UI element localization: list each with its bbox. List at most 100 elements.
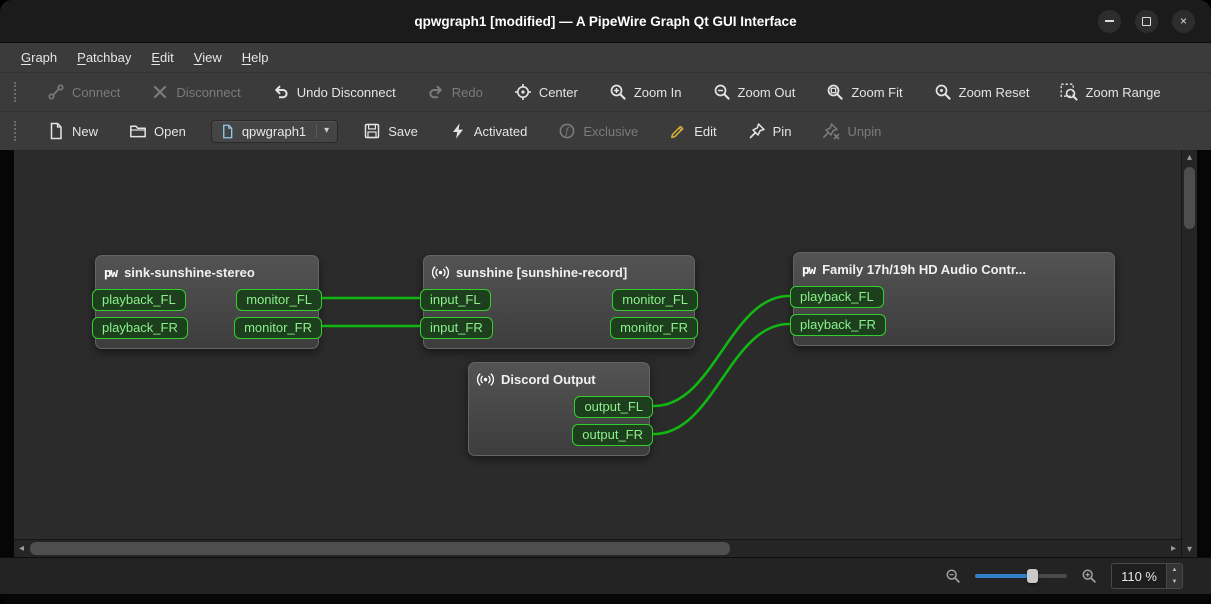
audio-output-port[interactable]: output_FR xyxy=(572,423,653,446)
zoom-range-label: Zoom Range xyxy=(1085,84,1161,100)
svg-text:f: f xyxy=(564,126,571,137)
zoom-out-label: Zoom Out xyxy=(737,84,796,100)
spin-up-icon[interactable]: ▲ xyxy=(1167,564,1182,576)
minimize-button[interactable] xyxy=(1098,9,1121,33)
port-row: input_FR monitor_FR xyxy=(420,315,698,340)
disconnect-icon xyxy=(154,85,167,99)
edit-button[interactable]: Edit xyxy=(663,118,722,144)
node-discord-output[interactable]: Discord Output output_FL output_FR xyxy=(468,362,653,456)
zoom-out-button[interactable]: Zoom Out xyxy=(707,79,802,105)
audio-input-port[interactable]: playback_FL xyxy=(790,285,884,308)
zoom-percent-value[interactable]: 110 % xyxy=(1112,564,1166,588)
zoom-slider-handle[interactable] xyxy=(1027,569,1039,583)
new-label: New xyxy=(72,123,99,139)
window-edge xyxy=(0,594,1211,604)
audio-input-port[interactable]: playback_FL xyxy=(92,288,186,311)
audio-input-port[interactable]: playback_FR xyxy=(790,313,886,336)
center-icon xyxy=(514,84,531,100)
port-row: playback_FR monitor_FR xyxy=(92,315,322,340)
scroll-right-icon[interactable]: ▸ xyxy=(1166,540,1181,557)
zoom-percent-spinbox[interactable]: 110 % ▲ ▼ xyxy=(1111,563,1183,589)
patchbay-selector[interactable]: qpwgraph1 ▾ xyxy=(210,119,339,143)
audio-output-port[interactable]: monitor_FL xyxy=(236,288,322,311)
node-family-hd-audio[interactable]: pw Family 17h/19h HD Audio Contr... play… xyxy=(790,252,1115,346)
maximize-button[interactable] xyxy=(1135,9,1158,33)
disconnect-label: Disconnect xyxy=(176,84,241,100)
redo-button[interactable]: Redo xyxy=(421,79,489,105)
toolbar-grip[interactable] xyxy=(14,82,20,102)
titlebar[interactable]: qpwgraph1 [modified] — A PipeWire Graph … xyxy=(0,0,1211,42)
audio-input-port[interactable]: input_FR xyxy=(420,316,493,339)
zoom-fit-label: Zoom Fit xyxy=(851,84,903,100)
zoom-out-icon xyxy=(714,84,730,100)
undo-icon xyxy=(274,85,288,99)
port-row: playback_FL xyxy=(790,284,1106,309)
menu-view[interactable]: View xyxy=(185,47,231,68)
menu-edit[interactable]: Edit xyxy=(142,47,182,68)
open-button[interactable]: Open xyxy=(123,118,192,144)
node-title: pw sink-sunshine-stereo xyxy=(104,260,310,284)
horizontal-scroll-thumb[interactable] xyxy=(30,542,730,555)
node-sink-sunshine-stereo[interactable]: pw sink-sunshine-stereo playback_FL moni… xyxy=(92,255,322,349)
audio-device-icon xyxy=(432,265,449,279)
graph-canvas[interactable]: pw sink-sunshine-stereo playback_FL moni… xyxy=(14,150,1181,539)
center-button[interactable]: Center xyxy=(508,79,584,105)
port-row: playback_FL monitor_FL xyxy=(92,287,322,312)
scroll-up-icon[interactable]: ▴ xyxy=(1182,150,1197,165)
horizontal-scrollbar[interactable]: ◂ ▸ xyxy=(14,539,1181,557)
audio-output-port[interactable]: output_FL xyxy=(574,395,653,418)
node-title-label: sunshine [sunshine-record] xyxy=(456,264,628,280)
connect-label: Connect xyxy=(72,84,121,100)
patchbay-file-icon xyxy=(222,124,233,138)
menubar: Graph Patchbay Edit View Help xyxy=(0,42,1211,72)
pin-icon xyxy=(749,123,765,139)
port-row: output_FR xyxy=(477,422,653,447)
scroll-down-icon[interactable]: ▾ xyxy=(1182,542,1197,557)
audio-output-port[interactable]: monitor_FR xyxy=(610,316,698,339)
vertical-scrollbar[interactable]: ▴ ▾ xyxy=(1181,150,1197,557)
graph-toolbar: Connect Disconnect Undo Disconnect Redo … xyxy=(0,72,1211,111)
menu-patchbay[interactable]: Patchbay xyxy=(68,47,140,68)
save-button[interactable]: Save xyxy=(357,118,424,144)
undo-disconnect-button[interactable]: Undo Disconnect xyxy=(266,79,402,105)
close-icon: × xyxy=(1179,14,1187,28)
audio-input-port[interactable]: playback_FR xyxy=(92,316,188,339)
connect-button[interactable]: Connect xyxy=(41,79,126,105)
horizontal-scroll-track[interactable] xyxy=(29,540,1166,557)
unpin-button[interactable]: Unpin xyxy=(816,118,887,144)
patchbay-toolbar: New Open qpwgraph1 ▾ Save Activated f Ex… xyxy=(0,111,1211,150)
mnemonic: G xyxy=(21,50,32,65)
audio-output-port[interactable]: monitor_FR xyxy=(234,316,322,339)
pin-button[interactable]: Pin xyxy=(742,118,798,144)
zoom-reset-button[interactable]: Zoom Reset xyxy=(928,79,1036,105)
menu-graph[interactable]: Graph xyxy=(12,47,66,68)
audio-input-port[interactable]: input_FL xyxy=(420,288,491,311)
activated-button[interactable]: Activated xyxy=(443,118,533,144)
unpin-icon xyxy=(823,123,840,140)
spin-down-icon[interactable]: ▼ xyxy=(1167,576,1182,588)
audio-output-port[interactable]: monitor_FL xyxy=(612,288,698,311)
scroll-left-icon[interactable]: ◂ xyxy=(14,540,29,557)
toolbar-grip[interactable] xyxy=(14,121,20,141)
menu-item-label: elp xyxy=(251,50,269,65)
zoom-range-button[interactable]: Zoom Range xyxy=(1054,79,1166,105)
close-button[interactable]: × xyxy=(1172,9,1195,33)
disconnect-button[interactable]: Disconnect xyxy=(145,79,246,105)
minimize-icon xyxy=(1105,20,1114,22)
center-label: Center xyxy=(538,84,578,100)
zoom-in-button[interactable]: Zoom In xyxy=(603,79,688,105)
menu-help[interactable]: Help xyxy=(233,47,278,68)
vertical-scroll-track[interactable] xyxy=(1182,165,1197,542)
new-button[interactable]: New xyxy=(41,118,104,144)
exclusive-button[interactable]: f Exclusive xyxy=(552,118,644,144)
vertical-scroll-thumb[interactable] xyxy=(1184,167,1195,229)
zoom-fit-button[interactable]: Zoom Fit xyxy=(820,79,908,105)
activated-label: Activated xyxy=(473,123,528,139)
exclusive-label: Exclusive xyxy=(583,123,639,139)
mnemonic: P xyxy=(77,50,86,65)
maximize-icon xyxy=(1142,16,1151,26)
activated-lightning-icon xyxy=(452,123,463,139)
zoom-slider[interactable] xyxy=(975,569,1068,583)
zoom-in-label: Zoom In xyxy=(633,84,682,100)
node-sunshine[interactable]: sunshine [sunshine-record] input_FL moni… xyxy=(420,255,698,349)
